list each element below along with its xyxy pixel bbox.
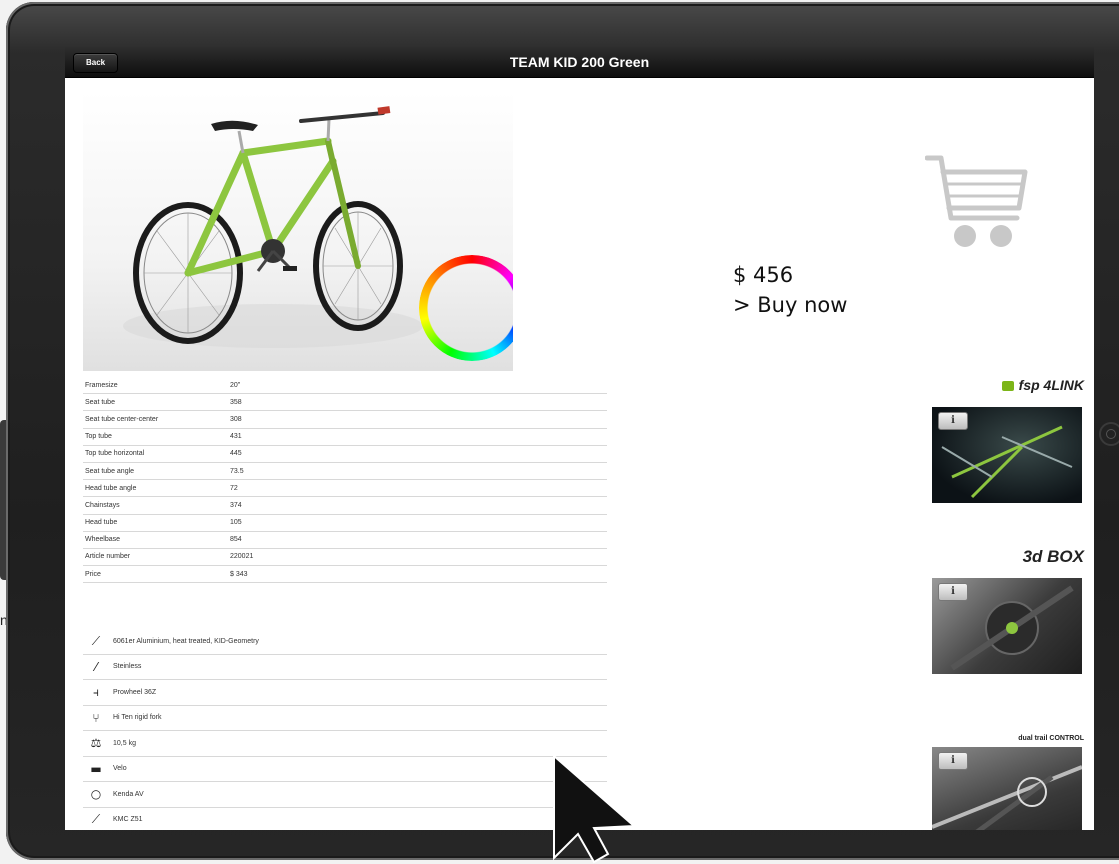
suspension-fork-icon: ⑂	[92, 710, 100, 725]
geometry-name: Seat tube angle	[85, 467, 135, 475]
geometry-name: Top tube	[85, 433, 112, 441]
list-item: ▬ Velo	[83, 757, 607, 782]
component-text: Velo	[113, 765, 127, 773]
shopping-cart-icon[interactable]	[925, 152, 1029, 250]
price-text: $ 456	[733, 263, 794, 287]
geometry-name: Seat tube center-center	[85, 415, 159, 423]
frame-icon: ⟋	[91, 633, 101, 648]
geometry-value: 105	[230, 519, 242, 527]
geometry-name: Seat tube	[85, 398, 115, 406]
geometry-name: Framesize	[85, 381, 118, 389]
geometry-value: 445	[230, 450, 242, 458]
component-text: Hi Ten rigid fork	[113, 714, 162, 722]
table-row: Seat tube center-center 308	[83, 411, 607, 429]
geometry-name: Head tube	[85, 519, 118, 527]
components-list: ⟋ 6061er Aluminium, heat treated, KID-Ge…	[83, 629, 607, 830]
feature-logo-text: 3d BOX	[1022, 547, 1084, 566]
mouse-cursor-icon	[553, 754, 637, 864]
geometry-value: 854	[230, 536, 242, 544]
geometry-value: 20"	[230, 381, 241, 389]
table-row: Head tube angle 72	[83, 480, 607, 498]
fork-icon: ⁄	[94, 659, 97, 674]
list-item: ⟋ 6061er Aluminium, heat treated, KID-Ge…	[83, 629, 607, 655]
feature-image-dual-trail: i	[932, 747, 1082, 830]
table-row: Article number 220021	[83, 549, 607, 567]
geometry-value: 374	[230, 501, 242, 509]
saddle-icon: ▬	[90, 761, 102, 776]
table-row: Framesize 20"	[83, 377, 607, 395]
list-item: ○ Kenda AV	[83, 782, 607, 808]
table-row: Top tube 431	[83, 429, 607, 446]
geometry-value: 308	[230, 415, 242, 423]
app-screen: Back TEAM KID 200 Green Framesize 20" Se…	[65, 47, 1094, 830]
list-item: ⑂ Hi Ten rigid fork	[83, 706, 607, 731]
dual-trail-control-logo: dual trail CONTROL	[1018, 727, 1084, 745]
geometry-name: Article number	[85, 553, 131, 561]
buy-now-link[interactable]: > Buy now	[733, 290, 847, 320]
weight-icon: ⚖	[90, 736, 102, 751]
geometry-name: Head tube angle	[85, 484, 137, 492]
table-row: Wheelbase 854	[83, 532, 607, 549]
component-text: Kenda AV	[113, 790, 144, 798]
table-row: Top tube horizontal 445	[83, 446, 607, 463]
geometry-name: Wheelbase	[85, 536, 121, 544]
geometry-value: $ 343	[230, 570, 248, 578]
table-row: Price $ 343	[83, 566, 607, 584]
list-item: ⟋ KMC Z51	[83, 808, 607, 831]
chainring-icon: ⫞	[92, 684, 99, 699]
geometry-name: Chainstays	[85, 501, 120, 509]
tire-icon: ○	[90, 787, 102, 802]
product-image	[83, 91, 513, 371]
feature-logo-text: dual trail CONTROL	[1018, 735, 1084, 742]
chain-icon: ⟋	[91, 812, 101, 827]
info-button[interactable]: i	[938, 412, 968, 430]
tablet-device: Back TEAM KID 200 Green Framesize 20" Se…	[6, 2, 1119, 860]
3d-box-logo: 3d BOX	[1023, 547, 1084, 567]
info-button[interactable]: i	[938, 752, 968, 770]
table-row: Seat tube 358	[83, 394, 607, 412]
geometry-name: Top tube horizontal	[85, 450, 145, 458]
table-row: Seat tube angle 73.5	[83, 463, 607, 481]
component-text: 10,5 kg	[113, 739, 136, 747]
geometry-value: 73.5	[230, 467, 244, 475]
geometry-table: Framesize 20" Seat tube 358 Seat tube ce…	[83, 377, 607, 584]
list-item: ⚖ 10,5 kg	[83, 731, 607, 757]
page-title: TEAM KID 200 Green	[509, 54, 650, 70]
feature-logo-text: fsp 4LINK	[1018, 377, 1084, 393]
geometry-value: 358	[230, 398, 242, 406]
geometry-value: 431	[230, 433, 242, 441]
table-row: Head tube 105	[83, 515, 607, 532]
brand-mark-icon	[1002, 380, 1015, 391]
geometry-value: 72	[230, 484, 238, 492]
fsp-4link-logo: fsp 4LINK	[1002, 377, 1084, 395]
camera-button	[1099, 422, 1119, 446]
component-text: Prowheel 36Z	[113, 688, 157, 696]
price-block[interactable]: $ 456 > Buy now	[733, 260, 847, 320]
geometry-name: Price	[85, 570, 101, 578]
info-button[interactable]: i	[938, 583, 968, 601]
component-text: KMC Z51	[113, 816, 143, 824]
geometry-value: 220021	[230, 553, 254, 561]
component-text: Steinless	[113, 663, 142, 671]
component-text: 6061er Aluminium, heat treated, KID-Geom…	[113, 637, 259, 645]
list-item: ⁄ Steinless	[83, 655, 607, 680]
list-item: ⫞ Prowheel 36Z	[83, 680, 607, 706]
table-row: Chainstays 374	[83, 497, 607, 515]
feature-image-fsp: i	[932, 407, 1082, 503]
feature-image-3dbox: i	[932, 578, 1082, 674]
navigation-bar: Back TEAM KID 200 Green	[65, 47, 1094, 78]
